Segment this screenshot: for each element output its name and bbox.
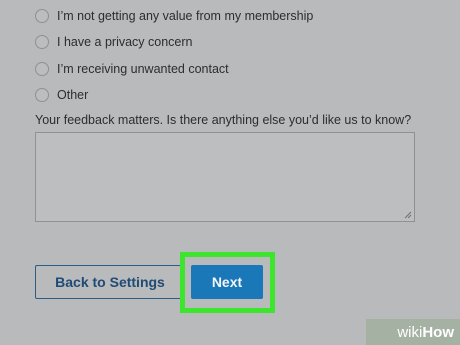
option-label: I’m not getting any value from my member… [57,9,314,23]
option-label: Other [57,88,89,102]
radio-button[interactable] [35,35,49,49]
option-label: I’m receiving unwanted contact [57,62,229,76]
feedback-label: Your feedback matters. Is there anything… [35,113,412,127]
option-no-value[interactable]: I’m not getting any value from my member… [35,7,313,25]
watermark-how: How [422,323,454,341]
radio-button[interactable] [35,88,49,102]
option-other[interactable]: Other [35,86,88,104]
watermark-wiki: wiki [397,323,423,341]
radio-button[interactable] [35,62,49,76]
resize-grip-icon[interactable] [404,211,412,219]
option-label: I have a privacy concern [57,35,193,49]
back-to-settings-button[interactable]: Back to Settings [35,265,185,299]
next-button[interactable]: Next [191,265,263,299]
option-privacy-concern[interactable]: I have a privacy concern [35,33,193,51]
radio-button[interactable] [35,9,49,23]
option-unwanted-contact[interactable]: I’m receiving unwanted contact [35,60,229,78]
wikihow-watermark: wiki How [366,319,460,345]
feedback-textarea[interactable] [35,132,415,222]
